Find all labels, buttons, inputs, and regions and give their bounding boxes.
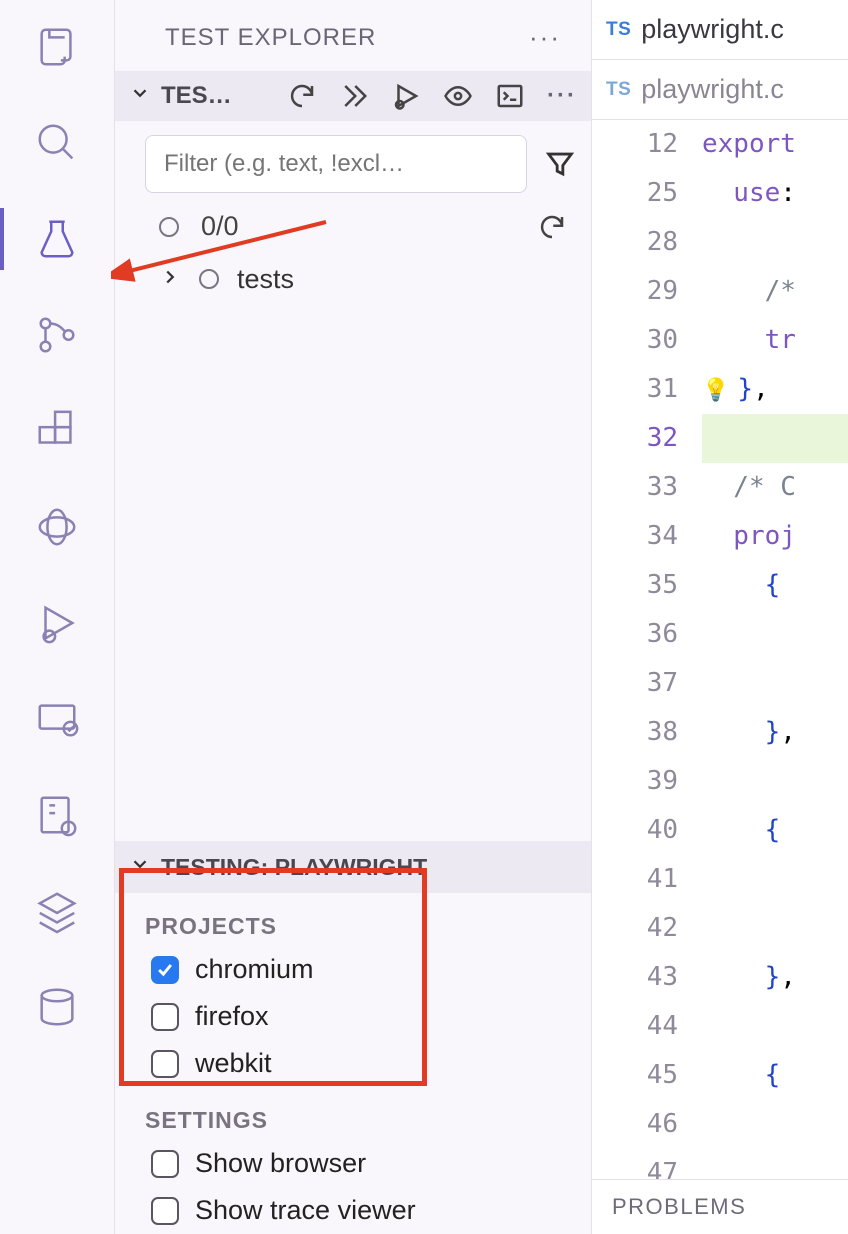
database-icon[interactable] <box>30 980 84 1034</box>
testing-icon[interactable] <box>30 212 84 266</box>
problems-tab[interactable]: PROBLEMS <box>612 1194 746 1220</box>
editor-tab-label: playwright.c <box>641 74 784 105</box>
tests-folder-label: tests <box>237 264 294 295</box>
setting-label: Show browser <box>195 1148 366 1179</box>
activity-bar <box>0 0 115 1234</box>
sidebar-title: TEST EXPLORER <box>165 24 376 52</box>
editor-tabs: TS playwright.c <box>592 0 848 60</box>
ts-icon: TS <box>606 79 631 101</box>
status-circle-icon <box>199 269 219 289</box>
test-count-row: 0/0 <box>115 201 591 254</box>
filter-icon[interactable] <box>543 147 577 181</box>
source-control-icon[interactable] <box>30 308 84 362</box>
debug-all-icon[interactable] <box>391 81 421 111</box>
ai-icon[interactable] <box>30 500 84 554</box>
tests-section-label: TES… <box>161 82 232 110</box>
remote-icon[interactable] <box>30 692 84 746</box>
checkbox[interactable] <box>151 956 179 984</box>
editor-tabs-secondary: TS playwright.c <box>592 60 848 120</box>
extensions-icon[interactable] <box>30 404 84 458</box>
refresh-icon[interactable] <box>287 81 317 111</box>
code-area[interactable]: 1225282930313233343536373839404142434445… <box>592 120 848 1179</box>
chevron-right-icon <box>159 262 181 296</box>
tests-folder-row[interactable]: tests <box>115 254 591 308</box>
test-explorer-sidebar: TEST EXPLORER ··· TES… ··· 0/0 tests <box>115 0 592 1234</box>
refresh-tests-icon[interactable] <box>537 212 567 242</box>
run-all-icon[interactable] <box>339 81 369 111</box>
projects-label: PROJECTS <box>115 893 591 946</box>
project-label: chromium <box>195 954 314 985</box>
tests-more-icon[interactable]: ··· <box>547 82 577 110</box>
project-firefox[interactable]: firefox <box>115 993 591 1040</box>
explorer-icon[interactable] <box>30 20 84 74</box>
playwright-section-label: TESTING: PLAYWRIGHT <box>161 854 427 881</box>
tests-section-header[interactable]: TES… ··· <box>115 71 591 121</box>
project-label: webkit <box>195 1048 272 1079</box>
show-output-icon[interactable] <box>443 81 473 111</box>
playwright-section-header[interactable]: TESTING: PLAYWRIGHT <box>115 841 591 893</box>
settings-label: SETTINGS <box>115 1087 591 1140</box>
editor-tab-label: playwright.c <box>641 14 784 45</box>
chevron-down-icon <box>129 82 151 111</box>
checkbox[interactable] <box>151 1197 179 1225</box>
run-debug-icon[interactable] <box>30 596 84 650</box>
filter-row <box>115 121 591 201</box>
checkbox[interactable] <box>151 1050 179 1078</box>
line-gutter: 1225282930313233343536373839404142434445… <box>592 120 702 1179</box>
search-icon[interactable] <box>30 116 84 170</box>
project-webkit[interactable]: webkit <box>115 1040 591 1087</box>
layers-icon[interactable] <box>30 884 84 938</box>
setting-label: Show trace viewer <box>195 1195 416 1226</box>
sidebar-title-row: TEST EXPLORER ··· <box>115 0 591 71</box>
terminal-icon[interactable] <box>495 81 525 111</box>
editor-pane: TS playwright.c TS playwright.c 12252829… <box>592 0 848 1234</box>
ts-icon: TS <box>606 19 631 41</box>
editor-tab-inactive[interactable]: TS playwright.c <box>592 60 798 119</box>
cpp-icon[interactable] <box>30 788 84 842</box>
bottom-panel: PROBLEMS <box>592 1179 848 1234</box>
project-chromium[interactable]: chromium <box>115 946 591 993</box>
setting-row[interactable]: Show trace viewer <box>115 1187 591 1234</box>
test-count: 0/0 <box>201 211 239 242</box>
setting-row[interactable]: Show browser <box>115 1140 591 1187</box>
sidebar-more-icon[interactable]: ··· <box>529 22 561 53</box>
checkbox[interactable] <box>151 1150 179 1178</box>
filter-input[interactable] <box>145 135 527 193</box>
chevron-down-icon <box>129 853 151 881</box>
project-label: firefox <box>195 1001 269 1032</box>
status-circle-icon <box>159 217 179 237</box>
editor-tab-active[interactable]: TS playwright.c <box>592 0 798 59</box>
checkbox[interactable] <box>151 1003 179 1031</box>
code-content[interactable]: export use: /* tr💡}, /* C proj { }, { },… <box>702 120 848 1179</box>
